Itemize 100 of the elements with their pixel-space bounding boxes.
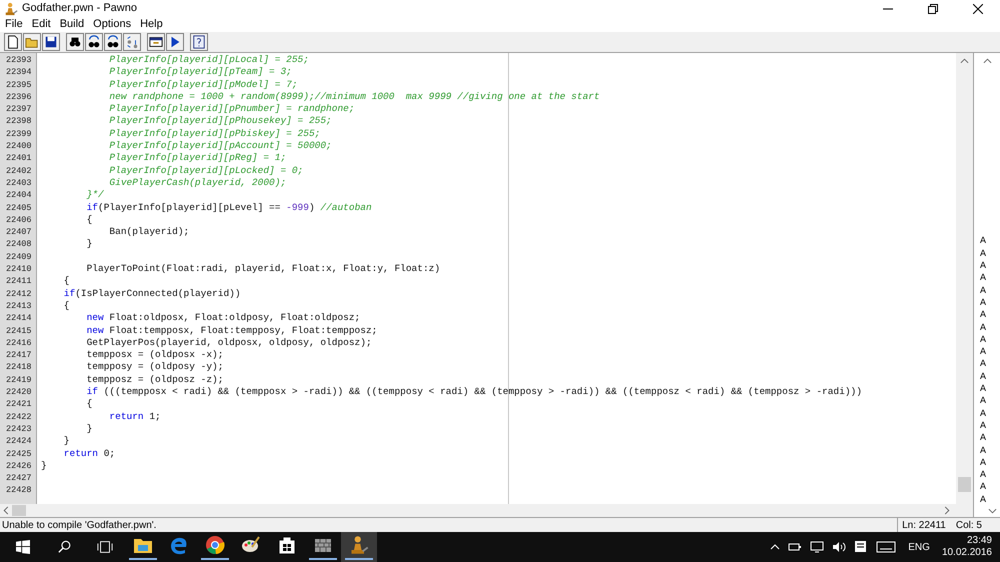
code-text: }*/ [86,189,104,202]
menu-item[interactable]: Edit [32,16,51,33]
code-text: (((tempposx < radi) && (tempposx > -radi)) && ((tempposy < radi) && (tempposy > -radi)) && ((tempposz < radi) && (tempposz > -radi))) [102,386,862,398]
clock-time[interactable]: 23:49 [966,535,992,547]
code-text: tempposz = (oldposz -z); [86,374,224,386]
menu-item[interactable]: Options [93,16,132,33]
chevron-up-icon[interactable] [770,544,780,550]
pane-letter: A [980,370,988,382]
code-text: (IsPlayerConnected(playerid)) [75,288,241,300]
scroll-thumb[interactable] [12,505,26,516]
find-previous-icon[interactable] [104,33,122,51]
line-number: 22411 [5,275,33,288]
code-text: if [86,202,98,214]
vertical-scrollbar[interactable] [956,53,973,504]
line-number: 22400 [5,140,33,152]
volume-icon[interactable] [832,541,846,553]
close-icon [972,4,982,14]
code-text: GetPlayerPos(playerid, oldposx, oldposy, oldposz); [86,336,372,350]
windows-logo-icon [16,540,30,554]
code-text: } [86,238,92,251]
line-number: 22402 [5,164,33,177]
pane-letter: A [980,308,988,321]
pane-letter: A [980,320,988,333]
code-text: new randphone = 1000 + random(8999);//minimum 1000 max 9999 //giving one at the start [108,90,600,104]
code-text: } [41,460,47,472]
line-number: 22420 [5,386,33,398]
battery-icon[interactable] [788,542,802,552]
code-text: { [86,398,92,411]
line-number: 22407 [5,226,33,238]
line-number: 22419 [5,374,33,386]
line-number: 22401 [5,152,33,165]
line-number: 22414 [5,312,33,325]
code-text: Ban(playerid); [108,226,190,238]
code-text: if [62,288,76,300]
pane-letter: A [980,234,988,247]
replace-icon[interactable] [123,33,141,51]
network-icon[interactable] [810,541,824,553]
line-number: 22421 [5,398,33,411]
line-number: 22423 [5,422,33,436]
code-text: { [62,300,70,312]
help-icon[interactable] [190,33,208,51]
pane-letter: A [980,468,988,480]
line-number: 22404 [5,189,33,202]
horizontal-scrollbar[interactable] [0,504,973,517]
menu-item[interactable]: Help [140,16,163,33]
line-number: 22396 [5,90,33,104]
column-position: Col: 5 [956,518,982,532]
run-icon[interactable] [166,33,184,51]
code-text: PlayerInfo[playerid][pTeam] = 3; [108,66,292,79]
code-text: tempposx = (oldposx -x); [86,349,224,362]
pane-letter: A [980,431,988,444]
code-text: tempposy = (oldposy -y); [86,361,224,374]
line-number: 22398 [5,115,33,128]
code-text: new [86,324,104,337]
pane-letter: A [980,259,988,272]
search-icon [58,540,72,554]
code-text: PlayerInfo[playerid][pPhousekey] = 255; [108,115,332,128]
code-text: } [86,422,92,436]
code-text: GivePlayerCash(playerid, 2000); [108,176,286,190]
code-text: 1; [148,410,161,423]
keyboard-icon[interactable] [876,541,896,553]
code-text: new [86,312,104,325]
restore-icon [928,4,938,14]
pane-letter: A [980,418,988,432]
code-text: return [62,448,98,460]
line-number: 22412 [5,288,33,300]
pane-letter: A [980,332,988,346]
line-number: 22409 [5,250,33,264]
line-number: 22405 [5,202,33,214]
code-text: PlayerInfo[playerid][pLocked] = 0; [108,164,304,177]
window-icon[interactable] [147,33,165,51]
binoculars-icon[interactable] [66,33,84,51]
line-number: 22415 [5,324,33,337]
pane-letter: A [980,382,988,394]
line-number: 22426 [5,460,33,472]
menu-item[interactable]: Build [60,16,84,33]
find-next-icon[interactable] [85,33,103,51]
pane-letter: A [980,492,988,505]
menu-item[interactable]: File [5,16,23,33]
line-number: 22418 [5,361,33,374]
code-text: PlayerInfo[playerid][pPnumber] = randphone; [108,103,355,116]
line-number: 22397 [5,103,33,116]
line-number: 22416 [5,336,33,350]
palette-icon [241,534,261,554]
code-text: -999 [286,202,309,214]
scroll-thumb[interactable] [958,477,971,492]
new-file-icon[interactable] [4,33,22,51]
pane-letter: A [980,284,988,296]
language-indicator[interactable]: ENG [904,540,934,554]
task-view-icon [97,540,113,554]
save-icon[interactable] [42,33,60,51]
line-number: 22394 [5,66,33,79]
clock-date[interactable]: 10.02.2016 [942,547,992,559]
pane-letter: A [980,394,988,407]
notification-icon[interactable] [854,540,868,554]
status-message: Unable to compile 'Godfather.pwn'. [1,518,158,532]
code-text: PlayerInfo[playerid][pReg] = 1; [108,152,286,165]
code-text: return [108,410,144,423]
line-number: 22424 [5,435,33,448]
open-folder-icon[interactable] [23,33,41,51]
